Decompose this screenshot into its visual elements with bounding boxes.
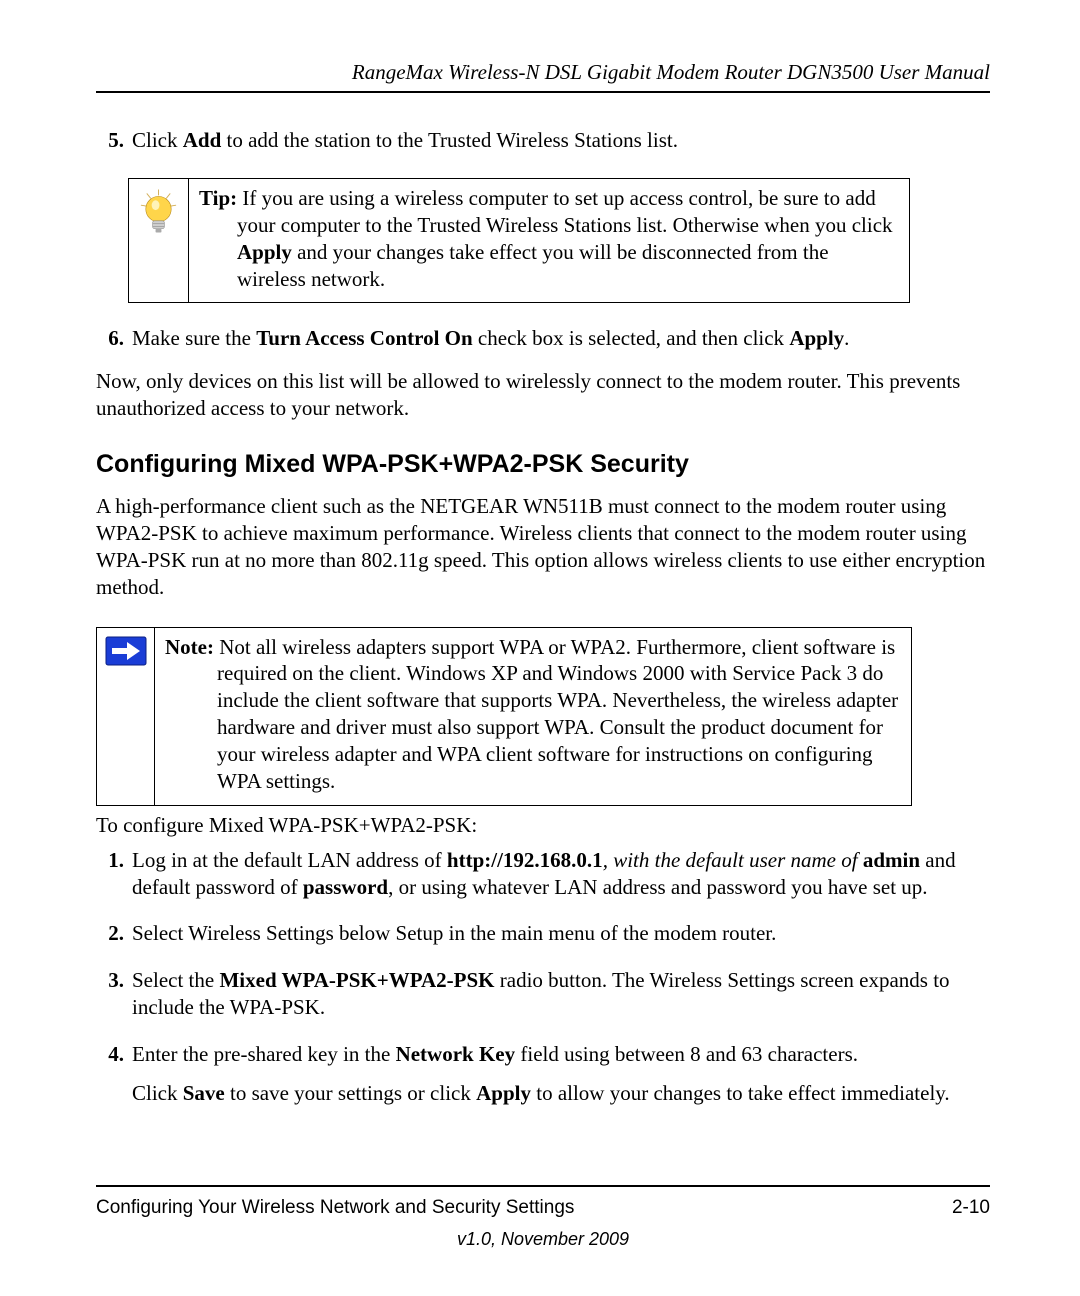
bold: password <box>303 875 388 899</box>
text: Select Wireless Settings below Setup in … <box>132 921 776 945</box>
tip-icon-cell <box>129 179 189 303</box>
bold: Network Key <box>396 1042 516 1066</box>
header-title: RangeMax Wireless-N DSL Gigabit Modem Ro… <box>352 60 990 84</box>
footer-rule <box>96 1185 990 1187</box>
paragraph: Now, only devices on this list will be a… <box>96 368 990 422</box>
page-footer: Configuring Your Wireless Network and Se… <box>96 1185 990 1250</box>
text: , or using whatever LAN address and pass… <box>388 875 927 899</box>
text: field using between 8 and 63 characters. <box>515 1042 858 1066</box>
text: Make sure the <box>132 326 256 350</box>
tip-callout: Tip: If you are using a wireless compute… <box>128 178 910 304</box>
footer-version: v1.0, November 2009 <box>96 1229 990 1250</box>
step-body: Make sure the Turn Access Control On che… <box>132 325 990 358</box>
text: and your changes take effect you will be… <box>237 240 829 291</box>
text: Log in at the default LAN address of <box>132 848 447 872</box>
text: Click <box>132 1081 183 1105</box>
step-body: Click Add to add the station to the Trus… <box>132 127 990 160</box>
bold: Apply <box>789 326 844 350</box>
text: Click <box>132 128 183 152</box>
document-page: RangeMax Wireless-N DSL Gigabit Modem Ro… <box>0 0 1080 1296</box>
tip-text: Tip: If you are using a wireless compute… <box>189 179 909 303</box>
step-5: 5. Click Add to add the station to the T… <box>96 127 990 160</box>
step-number: 5. <box>96 127 132 160</box>
text: to save your settings or click <box>225 1081 476 1105</box>
lightbulb-icon <box>137 187 180 239</box>
bold: http://192.168.0.1 <box>447 848 603 872</box>
text: If you are using a wireless computer to … <box>237 186 893 237</box>
bold-apply: Apply <box>237 240 292 264</box>
step-body: Select Wireless Settings below Setup in … <box>132 920 990 953</box>
step-4: 4. Enter the pre-shared key in the Netwo… <box>96 1041 990 1113</box>
step-2: 2. Select Wireless Settings below Setup … <box>96 920 990 953</box>
section-intro: A high-performance client such as the NE… <box>96 493 990 601</box>
step-number: 6. <box>96 325 132 358</box>
footer-row: Configuring Your Wireless Network and Se… <box>96 1197 990 1219</box>
step-number: 3. <box>96 967 132 1027</box>
bold: Turn Access Control On <box>256 326 472 350</box>
step-body: Log in at the default LAN address of htt… <box>132 847 990 907</box>
tip-label: Tip: <box>199 186 237 210</box>
text: , with the default user name of <box>603 848 863 872</box>
bold-add: Add <box>183 128 222 152</box>
step-6: 6. Make sure the Turn Access Control On … <box>96 325 990 358</box>
text: Select the <box>132 968 219 992</box>
bold: Apply <box>476 1081 531 1105</box>
text: Enter the pre-shared key in the <box>132 1042 396 1066</box>
step-body: Select the Mixed WPA-PSK+WPA2-PSK radio … <box>132 967 990 1027</box>
step-number: 2. <box>96 920 132 953</box>
step-body: Enter the pre-shared key in the Network … <box>132 1041 990 1113</box>
page-content: 5. Click Add to add the station to the T… <box>96 93 990 1113</box>
configure-intro: To configure Mixed WPA-PSK+WPA2-PSK: <box>96 812 990 839</box>
bold: Save <box>183 1081 225 1105</box>
page-header: RangeMax Wireless-N DSL Gigabit Modem Ro… <box>96 60 990 93</box>
text: . <box>844 326 849 350</box>
note-text: Note: Not all wireless adapters support … <box>155 628 911 805</box>
note-callout: Note: Not all wireless adapters support … <box>96 627 912 806</box>
steps-list: 1. Log in at the default LAN address of … <box>96 847 990 1113</box>
note-label: Note: <box>165 635 214 659</box>
text: to add the station to the Trusted Wirele… <box>221 128 678 152</box>
note-icon-cell <box>97 628 155 805</box>
arrow-icon <box>105 636 147 666</box>
text: to allow your changes to take effect imm… <box>531 1081 950 1105</box>
step-number: 1. <box>96 847 132 907</box>
step-1: 1. Log in at the default LAN address of … <box>96 847 990 907</box>
bold: Mixed WPA-PSK+WPA2-PSK <box>219 968 494 992</box>
step-3: 3. Select the Mixed WPA-PSK+WPA2-PSK rad… <box>96 967 990 1027</box>
text: check box is selected, and then click <box>473 326 790 350</box>
text: Not all wireless adapters support WPA or… <box>214 635 898 793</box>
footer-section: Configuring Your Wireless Network and Se… <box>96 1197 574 1219</box>
step-number: 4. <box>96 1041 132 1113</box>
section-heading: Configuring Mixed WPA-PSK+WPA2-PSK Secur… <box>96 450 990 479</box>
bold: admin <box>863 848 920 872</box>
footer-page: 2-10 <box>952 1197 990 1219</box>
